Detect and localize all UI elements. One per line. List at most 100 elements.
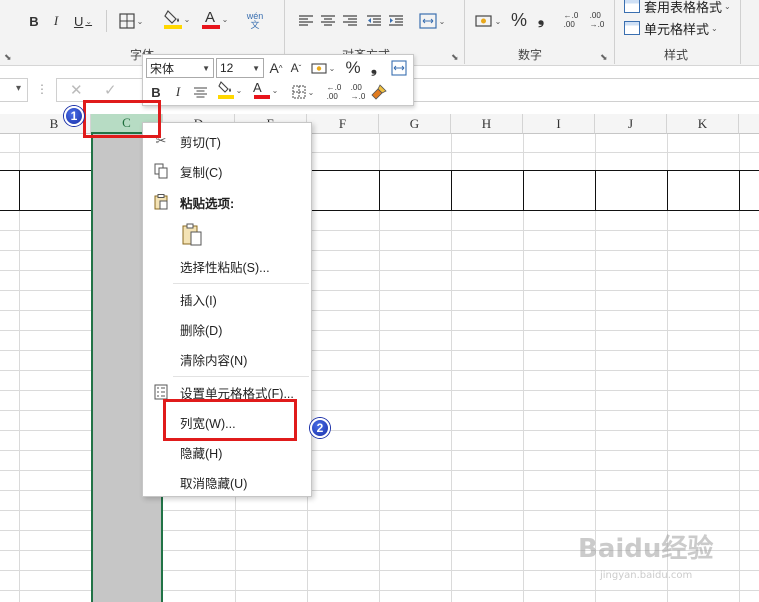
- percent-button[interactable]: %: [343, 58, 363, 78]
- italic-button[interactable]: I: [169, 82, 187, 102]
- borders-icon: [119, 13, 135, 29]
- copy-icon: [153, 163, 169, 179]
- chevron-down-icon: ⌄: [183, 14, 191, 24]
- column-header-i[interactable]: I: [523, 114, 595, 134]
- borders-button[interactable]: ⌄: [287, 82, 319, 102]
- font-size-select[interactable]: 12 ▼: [216, 58, 264, 78]
- accounting-format-button[interactable]: ⌄: [472, 10, 504, 32]
- decrease-indent-button[interactable]: [364, 10, 384, 32]
- chevron-down-icon: ⌄: [271, 85, 279, 95]
- cell-border: [667, 170, 668, 211]
- wrap-text-button[interactable]: [389, 58, 409, 78]
- accounting-icon: [475, 15, 492, 27]
- borders-icon: [292, 85, 306, 99]
- menu-item-delete[interactable]: 删除(D): [143, 315, 311, 343]
- menu-separator: [173, 376, 309, 377]
- separator: [106, 10, 107, 32]
- paste-option-button[interactable]: [181, 223, 205, 247]
- cancel-icon[interactable]: ✕: [70, 81, 83, 99]
- align-center-button[interactable]: [191, 82, 209, 102]
- borders-button[interactable]: ⌄: [114, 10, 148, 32]
- format-as-table-label: 套用表格格式: [644, 0, 723, 15]
- shrink-font-button[interactable]: Aˇ: [287, 58, 305, 78]
- increase-decimal-button[interactable]: ←.0 .00: [560, 9, 582, 31]
- grow-font-button[interactable]: A ^: [267, 58, 285, 78]
- menu-item-copy-label: 复制(C): [180, 165, 223, 180]
- comma-style-button[interactable]: ❟: [365, 58, 383, 78]
- enter-check-icon[interactable]: ✓: [104, 81, 117, 99]
- menu-item-hide[interactable]: 隐藏(H): [143, 438, 311, 466]
- comma-style-button[interactable]: ❟: [532, 9, 550, 31]
- caret-up-icon: ^: [278, 63, 283, 73]
- highlight-box-column-width: [163, 399, 297, 441]
- menu-item-clear-contents-label: 清除内容(N): [180, 353, 248, 368]
- menu-item-copy[interactable]: 复制(C): [143, 157, 311, 185]
- chevron-down-icon: ⌄: [494, 16, 502, 26]
- separator: [464, 0, 465, 64]
- font-color-button[interactable]: A ⌄: [198, 8, 232, 30]
- align-right-button[interactable]: [340, 10, 360, 32]
- column-header-k[interactable]: K: [667, 114, 739, 134]
- chevron-down-icon: ⌄: [711, 23, 718, 33]
- increase-indent-button[interactable]: [386, 10, 406, 32]
- decrease-decimal-button[interactable]: .00 →.0: [347, 82, 369, 102]
- chevron-down-icon: ⌄: [221, 14, 229, 24]
- column-header-j[interactable]: J: [595, 114, 667, 134]
- chevron-down-icon[interactable]: ▾: [16, 83, 21, 94]
- svg-text:A: A: [205, 9, 215, 26]
- font-name-select[interactable]: 宋体 ▼: [146, 58, 214, 78]
- menu-item-unhide-label: 取消隐藏(U): [180, 476, 248, 491]
- align-center-button[interactable]: [318, 10, 338, 32]
- watermark-url: jingyan.baidu.com: [600, 570, 693, 581]
- increase-decimal-icon: ←.0 .00: [563, 11, 579, 29]
- menu-item-unhide[interactable]: 取消隐藏(U): [143, 468, 311, 496]
- menu-item-insert[interactable]: 插入(I): [143, 285, 311, 313]
- format-cells-icon: [153, 384, 169, 400]
- name-box[interactable]: ▾: [0, 78, 28, 102]
- decrease-decimal-icon: .00 →.0: [589, 11, 605, 29]
- menu-item-cut[interactable]: ✂ 剪切(T): [143, 127, 311, 155]
- align-left-button[interactable]: [296, 10, 316, 32]
- font-size-value: 12: [220, 61, 234, 75]
- font-color-letter: A: [253, 80, 262, 95]
- font-color-button[interactable]: A ⌄: [249, 80, 283, 100]
- bold-button[interactable]: B: [26, 10, 42, 32]
- dialog-launcher-icon[interactable]: ⬊: [451, 52, 459, 63]
- fill-bucket-icon: [163, 10, 182, 29]
- increase-decimal-button[interactable]: ←.0 .00: [323, 82, 345, 102]
- fill-color-button[interactable]: ⌄: [213, 80, 247, 100]
- resize-handle-icon[interactable]: ⋮: [36, 82, 48, 96]
- dialog-launcher-icon[interactable]: ⬊: [4, 52, 12, 63]
- increase-indent-icon: [389, 15, 403, 26]
- column-header-h[interactable]: H: [451, 114, 523, 134]
- format-as-table-button[interactable]: 套用表格格式 ⌄: [624, 0, 731, 16]
- menu-item-paste-special[interactable]: 选择性粘贴(S)...: [143, 252, 311, 280]
- fill-color-button[interactable]: ⌄: [160, 8, 194, 30]
- decrease-decimal-button[interactable]: .00 →.0: [586, 9, 608, 31]
- chevron-down-icon: ⌄: [438, 16, 446, 26]
- percent-button[interactable]: %: [508, 9, 530, 31]
- column-header-f[interactable]: F: [307, 114, 379, 134]
- column-header-g[interactable]: G: [379, 114, 451, 134]
- chevron-down-icon[interactable]: ▼: [202, 64, 210, 73]
- italic-button[interactable]: I: [48, 10, 64, 32]
- menu-item-clear-contents[interactable]: 清除内容(N): [143, 345, 311, 373]
- merge-cells-icon: [419, 13, 437, 29]
- accounting-format-button[interactable]: ⌄: [307, 58, 339, 78]
- watermark-logo: Baidu经验: [578, 534, 714, 564]
- column-header-partial[interactable]: [739, 114, 759, 134]
- format-painter-button[interactable]: [369, 82, 389, 102]
- bold-button[interactable]: B: [147, 82, 165, 102]
- menu-item-paste-special-label: 选择性粘贴(S)...: [180, 260, 270, 275]
- merge-center-button[interactable]: ⌄: [414, 10, 450, 32]
- dialog-launcher-icon[interactable]: ⬊: [600, 52, 608, 63]
- cell-styles-button[interactable]: 单元格样式 ⌄: [624, 18, 718, 38]
- underline-button[interactable]: U ⌄: [70, 10, 96, 32]
- phonetic-button[interactable]: wén 文: [240, 10, 270, 32]
- mini-toolbar: 宋体 ▼ 12 ▼ A ^ Aˇ ⌄ % ❟ B I ⌄ A ⌄ ⌄ ←.0 .0…: [142, 54, 414, 106]
- paste-icon: [182, 223, 202, 246]
- chevron-down-icon: ⌄: [724, 1, 731, 11]
- menu-item-hide-label: 隐藏(H): [180, 446, 223, 461]
- chevron-down-icon[interactable]: ▼: [252, 64, 260, 73]
- separator: [614, 0, 615, 64]
